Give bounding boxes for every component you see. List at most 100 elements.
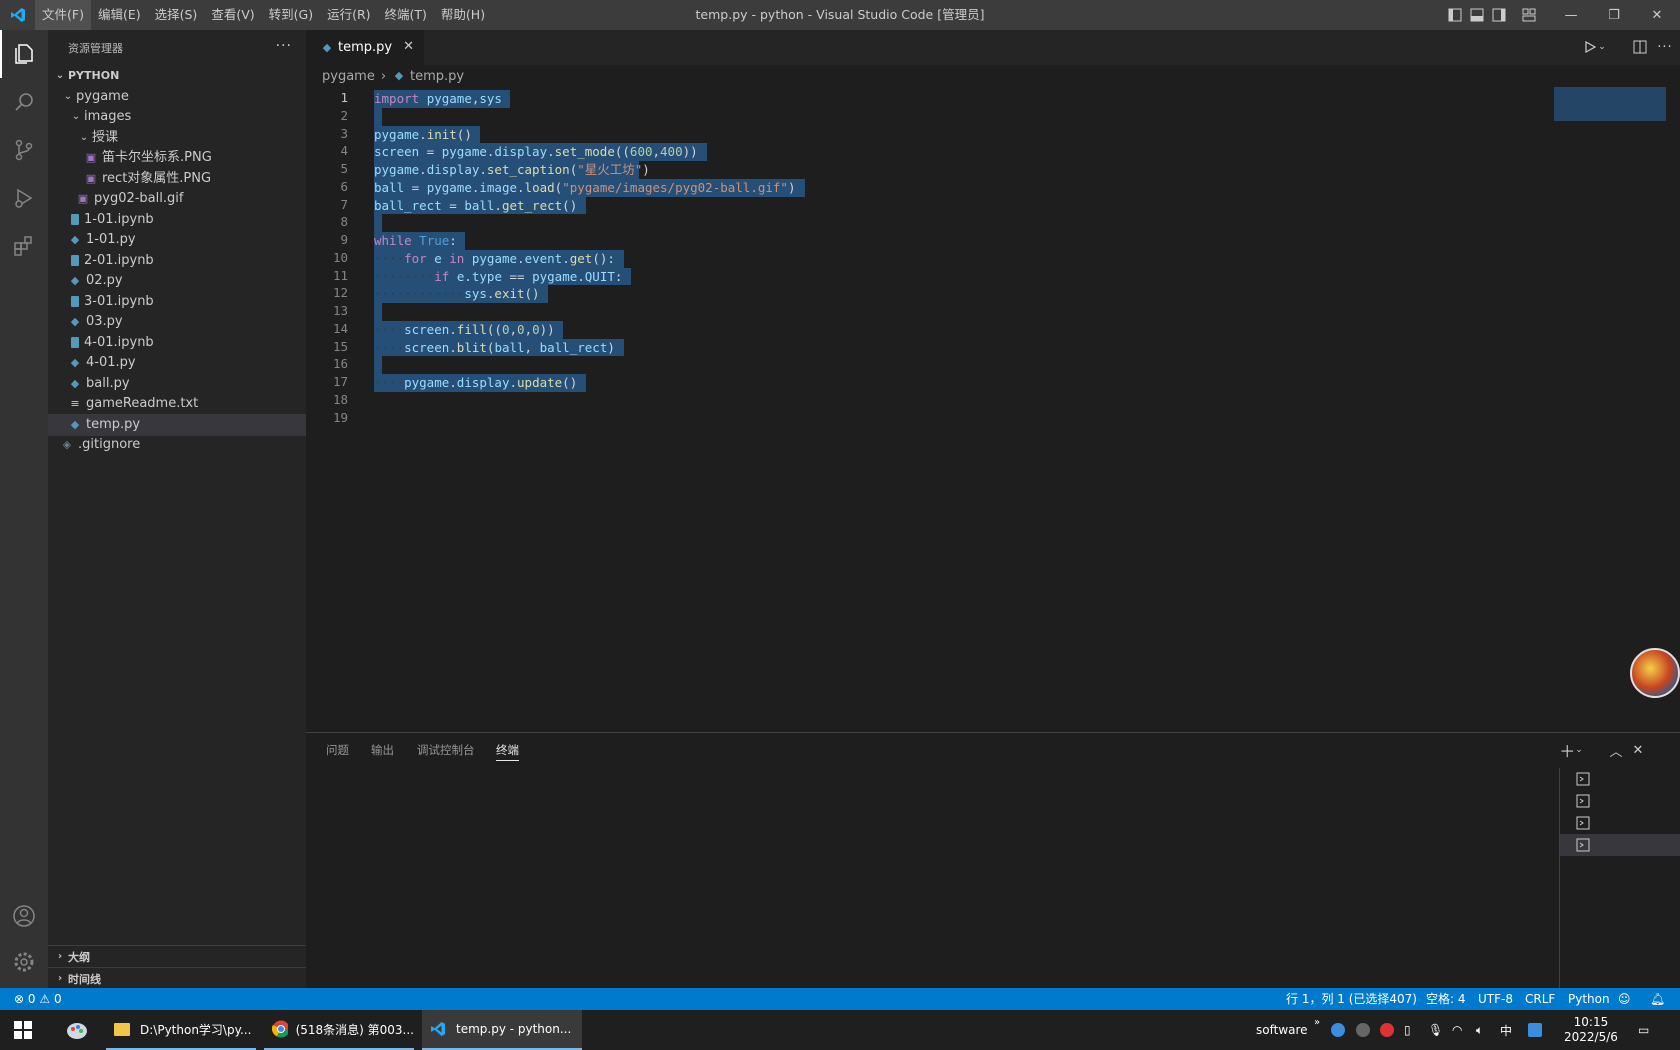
customize-layout-icon[interactable] [1518,0,1540,30]
menu-help[interactable]: 帮助(H) [434,0,492,30]
code-line[interactable]: ball_rect = ball.get_rect() [374,197,577,215]
tab-output[interactable]: 输出 [371,733,394,768]
breadcrumb-file[interactable]: temp.py [410,69,464,84]
problems-status[interactable]: ⊗ 0 ⚠ 0 [14,988,62,1010]
close-panel-icon[interactable]: ✕ [1628,735,1648,765]
menu-edit[interactable]: 编辑(E) [91,0,148,30]
tree-folder[interactable]: ⌄ pygame [48,86,306,108]
tree-file[interactable]: ◆ temp.py [48,413,306,436]
search-icon[interactable] [0,78,48,126]
tree-file[interactable]: 1-01.ipynb [48,209,306,231]
tab-terminal[interactable]: 终端 [496,733,519,761]
encoding[interactable]: UTF-8 [1478,988,1513,1010]
terminal-instance-icon[interactable] [1560,834,1680,856]
task-file-explorer[interactable]: D:\Python学习\py... [106,1010,256,1050]
indentation[interactable]: 空格: 4 [1426,988,1466,1010]
tree-file[interactable]: ▣ rect对象属性.PNG [48,168,306,190]
network-icon[interactable]: ◠ [1452,1010,1462,1050]
settings-gear-icon[interactable] [0,938,48,986]
tray-app-icon[interactable] [1331,1010,1345,1050]
menu-view[interactable]: 查看(V) [204,0,261,30]
code-line[interactable]: import pygame,sys [374,90,502,108]
code-line[interactable]: ········if e.type == pygame.QUIT: [374,268,622,286]
tree-file[interactable]: 3-01.ipynb [48,291,306,313]
source-control-icon[interactable] [0,126,48,174]
toggle-panel-icon[interactable] [1466,0,1488,30]
tab-problems[interactable]: 问题 [326,733,349,768]
tree-file[interactable]: ◈ .gitignore [48,434,306,456]
minimize-icon[interactable]: — [1548,0,1594,30]
menu-run[interactable]: 运行(R) [320,0,377,30]
tree-file[interactable]: ◆ 4-01.py [48,352,306,374]
run-file-icon[interactable]: ⌄ [1580,32,1610,62]
code-line[interactable]: ····for e in pygame.event.get(): [374,250,615,268]
feedback-icon[interactable]: ☺ [1618,988,1631,1010]
tree-file[interactable]: ≡ gameReadme.txt [48,393,306,415]
menu-selection[interactable]: 选择(S) [148,0,205,30]
tree-file[interactable]: ▣ 笛卡尔坐标系.PNG [48,147,306,169]
tray-software-label[interactable]: software [1256,1010,1308,1050]
terminal-instance-icon[interactable] [1560,812,1680,834]
line-ending[interactable]: CRLF [1525,988,1555,1010]
toggle-sidebar-icon[interactable] [1444,0,1466,30]
task-chrome[interactable]: (518条消息) 第003... [264,1010,414,1050]
start-windows-icon[interactable] [0,1010,48,1050]
tree-file[interactable]: ◆ ball.py [48,373,306,395]
code-line[interactable]: screen = pygame.display.set_mode((600,40… [374,143,698,161]
explorer-icon[interactable] [0,30,48,78]
outline-section[interactable]: › 大纲 [48,945,306,967]
editor-more-icon[interactable]: ··· [1654,32,1676,62]
tree-file[interactable]: ▣ pyg02-ball.gif [48,188,306,210]
tree-folder[interactable]: ⌄ 授课 [48,127,306,149]
restore-icon[interactable]: ❐ [1594,0,1634,30]
terminal-instance-icon[interactable] [1560,768,1680,790]
notification-center-icon[interactable]: ▭ [1638,1010,1649,1050]
split-editor-icon[interactable] [1628,32,1652,62]
code-line[interactable]: ····screen.blit(ball, ball_rect) [374,339,615,357]
tree-folder[interactable]: ⌄ images [48,106,306,128]
menu-go[interactable]: 转到(G) [262,0,320,30]
tray-camera-icon[interactable] [1356,1010,1370,1050]
close-window-icon[interactable]: ✕ [1634,0,1680,30]
minimap[interactable] [1554,87,1666,121]
maximize-panel-icon[interactable]: ︿ [1606,735,1626,765]
tray-record-icon[interactable] [1380,1010,1394,1050]
toggle-secondary-sidebar-icon[interactable] [1488,0,1510,30]
ime-indicator[interactable]: 中 [1500,1010,1512,1050]
tree-file[interactable]: 4-01.ipynb [48,332,306,354]
tree-file[interactable]: ◆ 03.py [48,311,306,333]
paint-app-icon[interactable] [58,1010,98,1050]
code-line[interactable]: ball = pygame.image.load("pygame/images/… [374,179,796,197]
close-tab-icon[interactable]: ✕ [403,39,414,54]
tree-file[interactable]: ◆ 02.py [48,270,306,292]
tree-file[interactable]: ◆ 1-01.py [48,229,306,251]
code-line[interactable]: ····screen.fill((0,0,0)) [374,321,555,339]
menu-terminal[interactable]: 终端(T) [378,0,434,30]
tray-overflow-icon[interactable]: » [1314,1002,1320,1042]
code-line[interactable]: pygame.display.set_caption("星火工坊") [374,161,650,179]
account-icon[interactable] [0,892,48,940]
code-line[interactable]: ····pygame.display.update() [374,374,577,392]
microphone-icon[interactable]: 🎙︎ [1428,1010,1443,1050]
more-actions-icon[interactable]: ··· [276,38,292,54]
code-line[interactable]: while True: [374,232,457,250]
timeline-section[interactable]: › 时间线 [48,967,306,989]
run-debug-icon[interactable] [0,174,48,222]
clock[interactable]: 10:15 2022/5/6 [1564,1010,1618,1050]
code-line[interactable]: ············sys.exit() [374,285,540,303]
extensions-icon[interactable] [0,222,48,270]
qq-icon[interactable] [1528,1010,1542,1050]
floating-assistant-avatar[interactable] [1630,648,1680,698]
breadcrumb-folder[interactable]: pygame [322,69,375,84]
volume-icon[interactable]: 🔈︎ [1476,1010,1483,1050]
menu-file[interactable]: 文件(F) [35,0,91,30]
tab-temp-py[interactable]: ◆ temp.py ✕ [306,30,424,65]
usb-icon[interactable]: ▯ [1404,1010,1411,1050]
cursor-position[interactable]: 行 1，列 1 (已选择407) [1286,988,1417,1010]
new-terminal-icon[interactable]: ＋ ⌄ [1556,735,1586,765]
tree-file[interactable]: 2-01.ipynb [48,250,306,272]
language-mode[interactable]: Python [1568,988,1610,1010]
code-line[interactable]: pygame.init() [374,126,472,144]
tab-debug-console[interactable]: 调试控制台 [417,733,475,768]
notifications-bell-icon[interactable]: 🔔︎ [1650,988,1665,1010]
